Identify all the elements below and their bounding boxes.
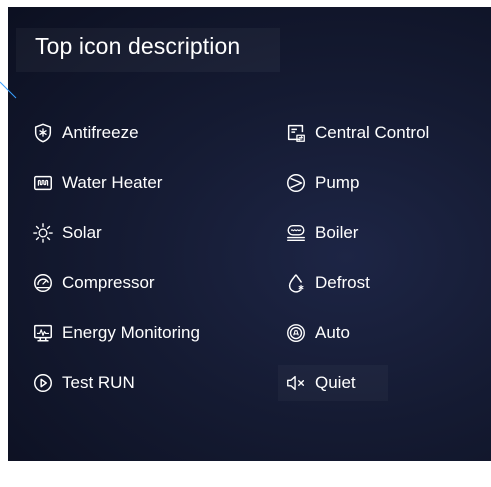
legend-label: Water Heater	[62, 173, 163, 192]
legend-item-antifreeze: Antifreeze	[32, 121, 139, 145]
auto-icon	[285, 322, 307, 344]
legend-item-quiet: Quiet	[285, 371, 356, 395]
defrost-icon	[285, 272, 307, 294]
pump-icon	[285, 172, 307, 194]
icon-description-panel: Top icon description Antifreeze Water He…	[8, 7, 491, 461]
compressor-icon	[32, 272, 54, 294]
legend-item-boiler: Boiler	[285, 221, 358, 245]
central-control-icon	[285, 122, 307, 144]
legend-item-solar: Solar	[32, 221, 102, 245]
legend-label: Boiler	[315, 223, 359, 242]
legend-label: Antifreeze	[62, 123, 139, 142]
accent-line	[0, 81, 17, 99]
legend-item-compressor: Compressor	[32, 271, 155, 295]
legend-item-water-heater: Water Heater	[32, 171, 162, 195]
test-run-icon	[32, 372, 54, 394]
legend-label: Compressor	[62, 273, 155, 292]
panel-title: Top icon description	[35, 33, 241, 59]
legend-label: Energy Monitoring	[62, 323, 200, 342]
water-heater-icon	[32, 172, 54, 194]
legend-item-auto: Auto	[285, 321, 350, 345]
antifreeze-icon	[32, 122, 54, 144]
legend-label: Defrost	[315, 273, 370, 292]
legend-label: Central Control	[315, 123, 430, 142]
legend-label: Solar	[62, 223, 102, 242]
legend-item-central-control: Central Control	[285, 121, 429, 145]
solar-icon	[32, 222, 54, 244]
legend-item-test-run: Test RUN	[32, 371, 135, 395]
legend-label: Auto	[315, 323, 350, 342]
legend-item-energy-monitoring: Energy Monitoring	[32, 321, 200, 345]
energy-monitoring-icon	[32, 322, 54, 344]
legend-label: Quiet	[315, 373, 356, 392]
legend-label: Test RUN	[62, 373, 135, 392]
legend-item-pump: Pump	[285, 171, 359, 195]
legend-label: Pump	[315, 173, 360, 192]
quiet-icon	[285, 372, 307, 394]
legend-item-defrost: Defrost	[285, 271, 370, 295]
boiler-icon	[285, 222, 307, 244]
